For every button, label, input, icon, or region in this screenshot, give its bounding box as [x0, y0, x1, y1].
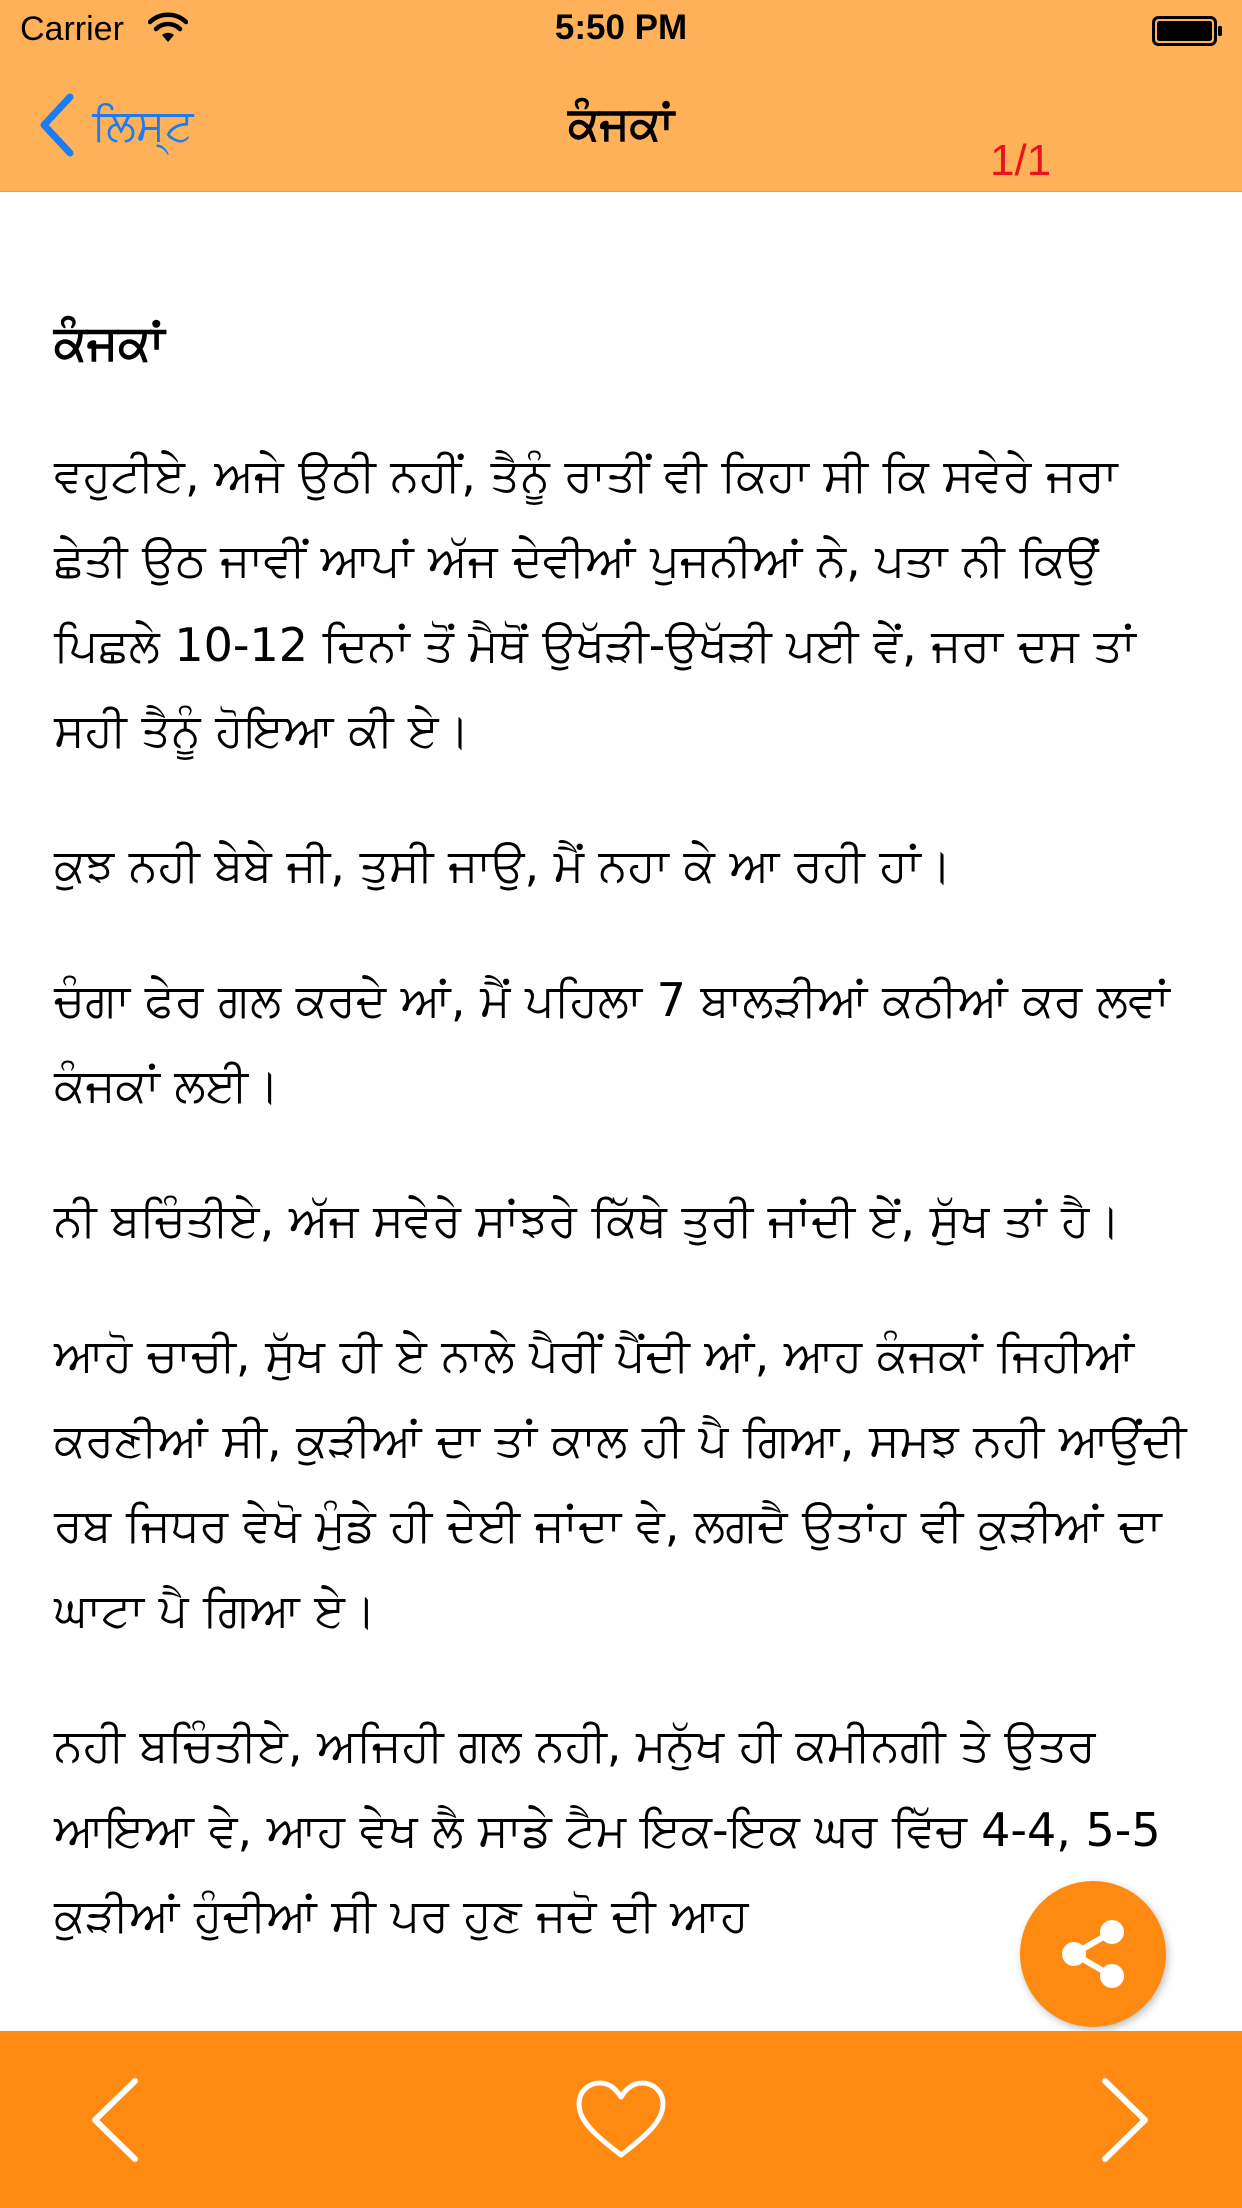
status-time: 5:50 PM — [554, 8, 688, 47]
page-title: ਕੰਜਕਾਂ — [568, 96, 674, 150]
chevron-left-icon — [92, 2077, 138, 2162]
status-bar: Carrier 5:50 PM — [0, 0, 1242, 60]
navigation-header: Carrier 5:50 PM ਲਿਸ੍ਟ ਕੰਜਕਾਂ 1/1 — [0, 0, 1242, 192]
next-button[interactable] — [1070, 2031, 1180, 2208]
favorite-button[interactable] — [560, 2031, 682, 2208]
story-paragraph: ਆਹੋ ਚਾਚੀ, ਸੁੱਖ ਹੀ ਏ ਨਾਲੇ ਪੈਰੀਂ ਪੈਂਦੀ ਆਂ,… — [54, 1328, 1187, 1637]
share-button[interactable] — [1020, 1881, 1166, 2027]
battery-icon — [1152, 16, 1222, 46]
story-paragraph: ਕੁਝ ਨਹੀ ਬੇਬੇ ਜੀ, ਤੁਸੀ ਜਾਉ, ਮੈਂ ਨਹਾ ਕੇ ਆ … — [54, 838, 952, 892]
bottom-toolbar — [0, 2031, 1242, 2208]
story-scroll-view[interactable]: ਕੰਜਕਾਂ ਵਹੁਟੀਏ, ਅਜੇ ਉਠੀ ਨਹੀਂ, ਤੈਨੂੰ ਰਾਤੀਂ… — [0, 193, 1242, 2031]
share-icon — [1062, 1920, 1124, 1988]
chevron-right-icon — [1102, 2077, 1148, 2162]
page-counter: 1/1 — [990, 136, 1052, 185]
story-paragraph: ਵਹੁਟੀਏ, ਅਜੇ ਉਠੀ ਨਹੀਂ, ਤੈਨੂੰ ਰਾਤੀਂ ਵੀ ਕਿਹ… — [54, 448, 1136, 757]
story-heading: ਕੰਜਕਾਂ — [54, 315, 165, 371]
story-paragraph: ਨੀ ਬਚਿੰਤੀਏ, ਅੱਜ ਸਵੇਰੇ ਸਾਂਝਰੇ ਕਿੱਥੇ ਤੁਰੀ … — [54, 1193, 1121, 1247]
story-paragraph: ਚੰਗਾ ਫੇਰ ਗਲ ਕਰਦੇ ਆਂ, ਮੈਂ ਪਹਿਲਾ 7 ਬਾਲੜੀਆਂ… — [54, 973, 1170, 1112]
heart-outline-icon — [576, 2080, 666, 2157]
story-body: ਵਹੁਟੀਏ, ਅਜੇ ਉਠੀ ਨਹੀਂ, ਤੈਨੂੰ ਰਾਤੀਂ ਵੀ ਕਿਹ… — [54, 433, 1204, 2008]
previous-button[interactable] — [60, 2031, 170, 2208]
